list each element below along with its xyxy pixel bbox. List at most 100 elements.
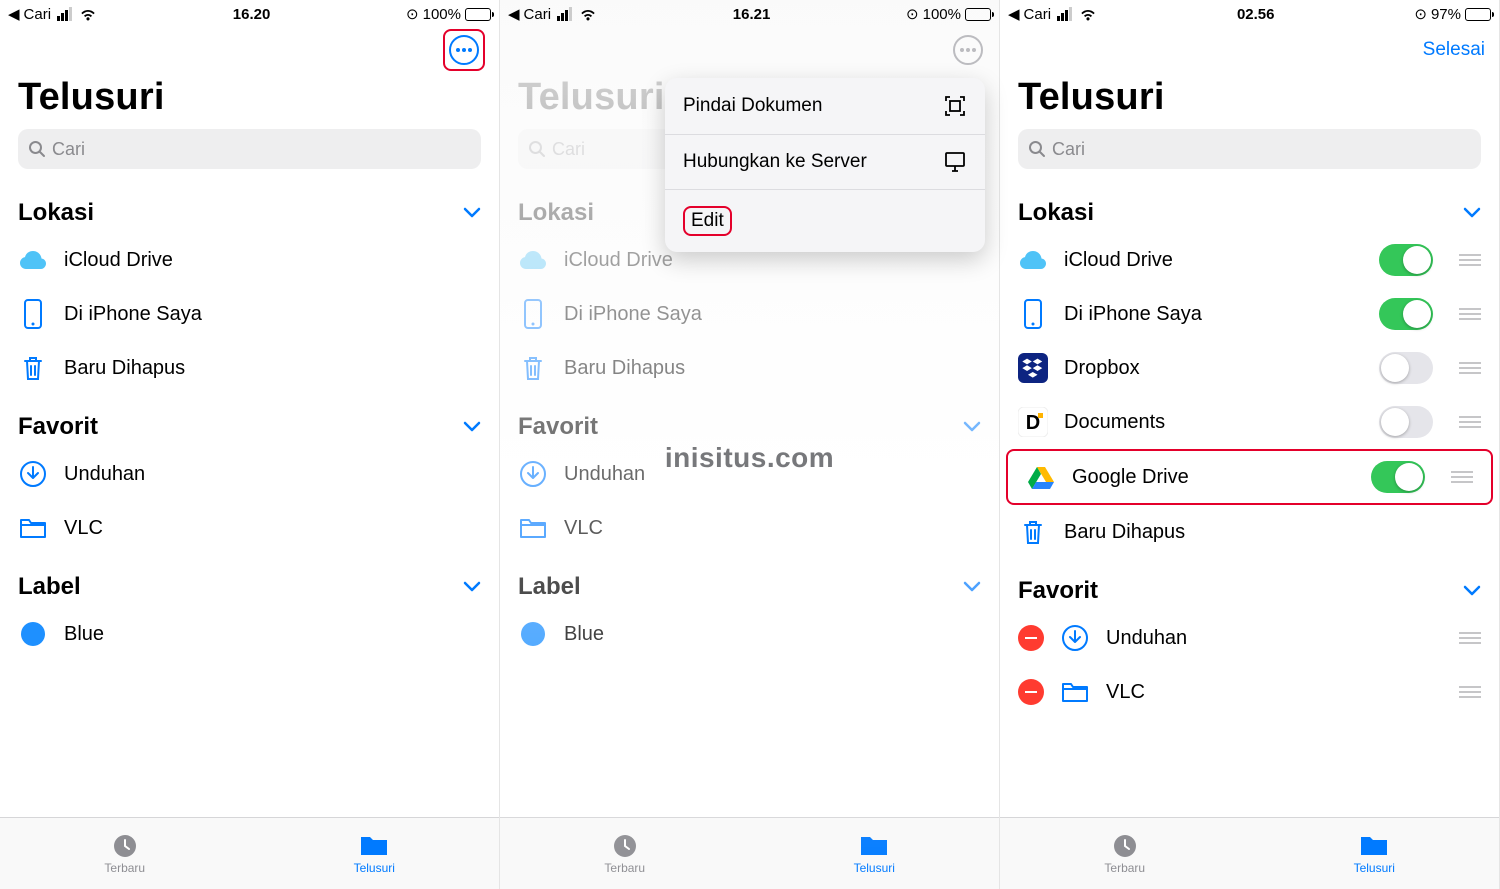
screen-2: ◀ Cari 16.21 ⊙ 100% Telusuri Cari Lokasi… [500, 0, 1000, 889]
drag-handle-icon[interactable] [1459, 686, 1481, 698]
back-app-label[interactable]: Cari [524, 6, 552, 23]
iphone-icon [18, 299, 48, 329]
back-chevron-icon[interactable]: ◀ [1008, 5, 1020, 23]
section-favorit-header[interactable]: Favorit [500, 395, 999, 447]
status-bar: ◀ Cari 16.20 ⊙ 100% [0, 0, 499, 28]
row-trash[interactable]: Baru Dihapus [1000, 505, 1499, 559]
drag-handle-icon[interactable] [1451, 471, 1473, 483]
rotation-lock-icon: ⊙ [906, 5, 919, 23]
row-vlc[interactable]: VLC [0, 501, 499, 555]
back-chevron-icon[interactable]: ◀ [508, 5, 520, 23]
section-lokasi-header[interactable]: Lokasi [1000, 181, 1499, 233]
battery-text: 100% [423, 6, 461, 23]
battery-text: 97% [1431, 6, 1461, 23]
section-label-header[interactable]: Label [0, 555, 499, 607]
section-favorit-header[interactable]: Favorit [0, 395, 499, 447]
tab-telusuri[interactable]: Telusuri [750, 818, 1000, 889]
search-icon [528, 140, 546, 158]
row-trash[interactable]: Baru Dihapus [0, 341, 499, 395]
dropbox-icon [1018, 353, 1048, 383]
done-button[interactable]: Selesai [1423, 39, 1485, 61]
scan-icon [943, 94, 967, 118]
screen-3: ◀ Cari 02.56 ⊙ 97% Selesai Telusuri Cari… [1000, 0, 1500, 889]
row-unduhan[interactable]: Unduhan [1000, 611, 1499, 665]
tab-terbaru[interactable]: Terbaru [500, 818, 750, 889]
trash-icon [1018, 517, 1048, 547]
page-title: Telusuri [1000, 72, 1499, 129]
popup-edit[interactable]: Edit [665, 190, 985, 252]
back-app-label[interactable]: Cari [1024, 6, 1052, 23]
tab-telusuri[interactable]: Telusuri [250, 818, 500, 889]
row-iphone[interactable]: Di iPhone Saya [1000, 287, 1499, 341]
back-app-label[interactable]: Cari [24, 6, 52, 23]
more-button[interactable] [951, 33, 985, 67]
toggle-icloud[interactable] [1379, 244, 1433, 276]
drag-handle-icon[interactable] [1459, 632, 1481, 644]
row-tag-blue[interactable]: Blue [500, 607, 999, 661]
back-chevron-icon[interactable]: ◀ [8, 5, 20, 23]
gdrive-icon [1026, 462, 1056, 492]
search-icon [28, 140, 46, 158]
iphone-icon [1018, 299, 1048, 329]
row-dropbox[interactable]: Dropbox [1000, 341, 1499, 395]
row-vlc[interactable]: VLC [500, 501, 999, 555]
section-lokasi-header[interactable]: Lokasi [0, 181, 499, 233]
row-icloud[interactable]: iCloud Drive [0, 233, 499, 287]
toggle-dropbox[interactable] [1379, 352, 1433, 384]
wifi-icon [79, 8, 97, 21]
navbar [0, 28, 499, 72]
row-vlc[interactable]: VLC [1000, 665, 1499, 719]
section-favorit-header[interactable]: Favorit [1000, 559, 1499, 611]
iphone-icon [518, 299, 548, 329]
search-input[interactable]: Cari [1018, 129, 1481, 169]
search-icon [1028, 140, 1046, 158]
drag-handle-icon[interactable] [1459, 308, 1481, 320]
folder-tab-icon [859, 833, 889, 859]
chevron-down-icon [963, 421, 981, 433]
remove-button[interactable] [1018, 625, 1044, 651]
clock-icon [1110, 833, 1140, 859]
row-documents[interactable]: DDocuments [1000, 395, 1499, 449]
trash-icon [518, 353, 548, 383]
watermark: inisitus.com [665, 442, 834, 474]
row-icloud[interactable]: iCloud Drive [1000, 233, 1499, 287]
drag-handle-icon[interactable] [1459, 254, 1481, 266]
tab-bar: Terbaru Telusuri [500, 817, 999, 889]
status-bar: ◀ Cari 16.21 ⊙ 100% [500, 0, 999, 28]
popup-scan[interactable]: Pindai Dokumen [665, 78, 985, 135]
popup-server[interactable]: Hubungkan ke Server [665, 135, 985, 190]
status-time: 02.56 [1237, 6, 1275, 23]
search-input[interactable]: Cari [18, 129, 481, 169]
section-label-header[interactable]: Label [500, 555, 999, 607]
tab-terbaru[interactable]: Terbaru [1000, 818, 1250, 889]
navbar [500, 28, 999, 72]
status-time: 16.20 [233, 6, 271, 23]
row-tag-blue[interactable]: Blue [0, 607, 499, 661]
remove-button[interactable] [1018, 679, 1044, 705]
download-icon [18, 459, 48, 489]
search-placeholder: Cari [552, 139, 585, 160]
drag-handle-icon[interactable] [1459, 416, 1481, 428]
chevron-down-icon [463, 581, 481, 593]
row-trash[interactable]: Baru Dihapus [500, 341, 999, 395]
battery-icon [965, 8, 991, 21]
server-icon [943, 151, 967, 173]
tab-bar: Terbaru Telusuri [0, 817, 499, 889]
tab-telusuri[interactable]: Telusuri [1250, 818, 1500, 889]
folder-icon [1060, 677, 1090, 707]
row-unduhan[interactable]: Unduhan [0, 447, 499, 501]
toggle-iphone[interactable] [1379, 298, 1433, 330]
status-time: 16.21 [733, 6, 771, 23]
chevron-down-icon [463, 207, 481, 219]
more-button[interactable] [447, 33, 481, 67]
row-iphone[interactable]: Di iPhone Saya [0, 287, 499, 341]
drag-handle-icon[interactable] [1459, 362, 1481, 374]
row-iphone[interactable]: Di iPhone Saya [500, 287, 999, 341]
screen-1: ◀ Cari 16.20 ⊙ 100% Telusuri Cari Lokasi… [0, 0, 500, 889]
wifi-icon [1079, 8, 1097, 21]
row-gdrive-highlight[interactable]: Google Drive [1006, 449, 1493, 505]
toggle-gdrive[interactable] [1371, 461, 1425, 493]
tab-terbaru[interactable]: Terbaru [0, 818, 250, 889]
toggle-documents[interactable] [1379, 406, 1433, 438]
signal-icon [557, 7, 572, 21]
